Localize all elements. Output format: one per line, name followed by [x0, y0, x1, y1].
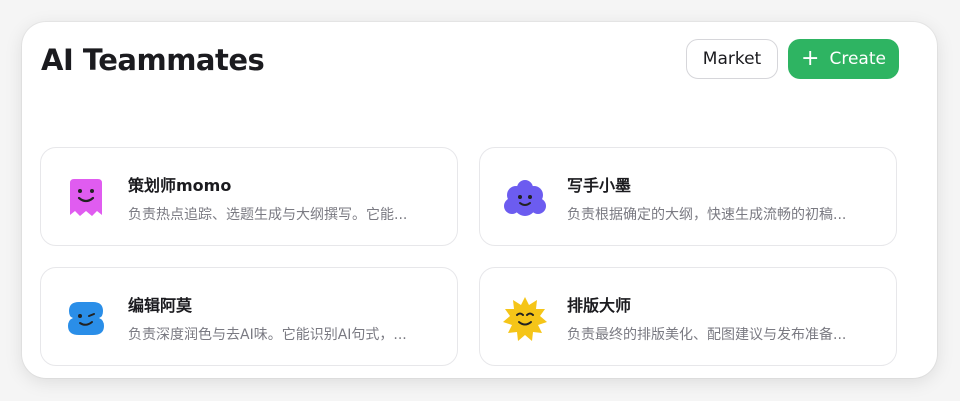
page-title: AI Teammates: [41, 43, 265, 77]
market-button-label: Market: [702, 49, 762, 69]
create-button-label: Create: [829, 49, 886, 69]
teammate-name: 编辑阿莫: [128, 296, 193, 315]
teammate-description: 负责热点追踪、选题生成与大纲撰写。它能...: [128, 207, 408, 223]
teammate-name: 排版大师: [567, 296, 632, 315]
teammate-card-momo[interactable]: 策划师momo 负责热点追踪、选题生成与大纲撰写。它能...: [40, 147, 458, 246]
teammate-card-dashi[interactable]: 排版大师 负责最终的排版美化、配图建议与发布准备...: [479, 267, 897, 366]
plus-icon: +: [801, 46, 820, 71]
market-button[interactable]: Market: [686, 39, 778, 79]
create-button[interactable]: + Create: [788, 39, 899, 79]
pink-ghost-avatar: [63, 175, 109, 221]
teammate-description: 负责深度润色与去AI味。它能识别AI句式，...: [128, 327, 407, 343]
teammate-name: 写手小墨: [567, 176, 632, 195]
teammate-description: 负责根据确定的大纲，快速生成流畅的初稿...: [567, 207, 847, 223]
yellow-sun-avatar: [502, 295, 548, 341]
ai-teammates-panel: AI Teammates Market + Create 策划师momo 负责热…: [22, 22, 937, 378]
teammate-description: 负责最终的排版美化、配图建议与发布准备...: [567, 327, 847, 343]
purple-cloud-avatar: [502, 175, 548, 221]
blue-blob-avatar: [63, 295, 109, 341]
teammate-name: 策划师momo: [128, 176, 232, 195]
teammate-card-amo[interactable]: 编辑阿莫 负责深度润色与去AI味。它能识别AI句式，...: [40, 267, 458, 366]
teammate-card-xiaomo[interactable]: 写手小墨 负责根据确定的大纲，快速生成流畅的初稿...: [479, 147, 897, 246]
